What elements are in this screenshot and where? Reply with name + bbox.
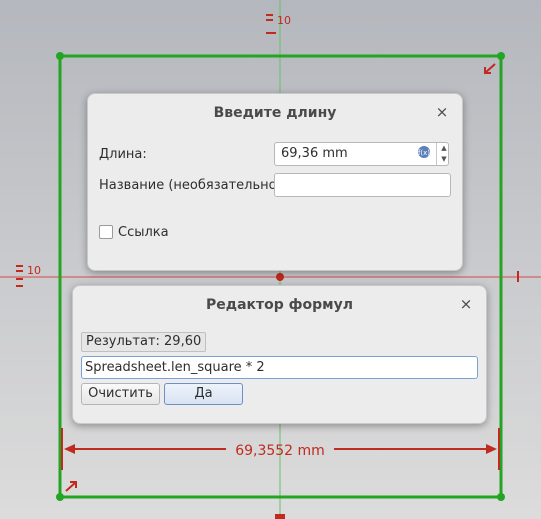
vertical-constraint-icon[interactable] — [517, 271, 519, 282]
reference-label: Ссылка — [118, 225, 169, 240]
close-icon[interactable]: × — [434, 104, 450, 120]
length-spinbox[interactable]: ▲ ▼ — [436, 143, 451, 165]
formula-editor-title: Редактор формул — [206, 297, 353, 313]
svg-text:f(x): f(x) — [418, 149, 430, 157]
length-dialog: Введите длину × Длина: 69,36 mm f(x) ▲ ▼… — [87, 93, 463, 271]
vertex-bottom-left[interactable] — [56, 493, 64, 501]
dimension-label[interactable]: 69,3552 mm — [235, 443, 325, 459]
expression-input[interactable]: Spreadsheet.len_square * 2 — [81, 356, 478, 379]
formula-editor-dialog: Редактор формул × Результат: 29,60 Sprea… — [72, 285, 487, 424]
origin-point — [276, 273, 284, 281]
constraint-label-left: 10 — [27, 264, 41, 277]
block-constraint-icon-top-right[interactable] — [484, 63, 496, 74]
dimension-arrow-right — [486, 444, 497, 454]
dimension-arrow-left — [64, 444, 75, 454]
equal-constraint-icon[interactable] — [266, 14, 276, 34]
result-label: Результат: 29,60 — [81, 332, 207, 352]
name-label: Название (необязательно) — [99, 178, 282, 193]
length-label: Длина: — [99, 147, 147, 162]
ok-button[interactable]: Да — [164, 383, 243, 405]
equal-constraint-icon-left[interactable] — [16, 265, 23, 287]
vertex-bottom-right[interactable] — [497, 493, 505, 501]
length-dialog-title: Введите длину — [213, 105, 337, 121]
reference-checkbox[interactable] — [99, 225, 113, 239]
close-icon[interactable]: × — [458, 296, 474, 312]
spin-up-icon[interactable]: ▲ — [437, 143, 451, 154]
block-constraint-icon-bottom-left[interactable] — [65, 481, 77, 492]
vertex-top-left[interactable] — [56, 52, 64, 60]
length-value: 69,36 mm — [281, 146, 348, 161]
spin-down-icon[interactable]: ▼ — [437, 154, 451, 165]
constraint-label-top: 10 — [277, 14, 291, 27]
point-on-axis-icon — [275, 514, 285, 519]
clear-button[interactable]: Очистить — [81, 383, 160, 405]
name-input[interactable] — [274, 173, 451, 197]
expression-icon[interactable]: f(x) — [417, 145, 431, 159]
vertex-top-right[interactable] — [497, 52, 505, 60]
